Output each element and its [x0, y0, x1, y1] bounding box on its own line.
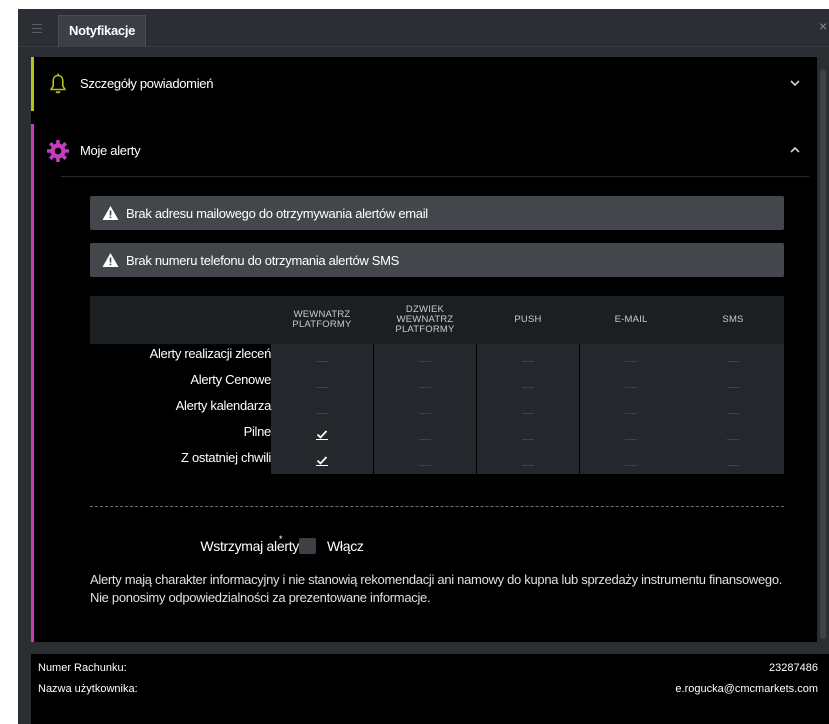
username-value: e.rogucka@cmcmarkets.com — [675, 683, 818, 695]
checkbox-push[interactable] — [522, 402, 534, 414]
warning-text: Brak numeru telefonu do otrzymania alert… — [126, 253, 400, 268]
warning-banner-email: Brak adresu mailowego do otrzymywania al… — [90, 196, 784, 230]
tab-notifications[interactable]: Notyfikacje — [58, 15, 147, 47]
scrollbar-thumb[interactable] — [820, 69, 826, 639]
warning-banner-sms: Brak numeru telefonu do otrzymania alert… — [90, 243, 784, 277]
section-title: Szczegóły powiadomień — [80, 76, 214, 91]
suspend-alerts-label: Wstrzymaj alerty — [200, 538, 299, 554]
column-header-sms: SMS — [722, 314, 744, 325]
checkbox-sms[interactable] — [727, 376, 739, 388]
checkmark-icon — [316, 430, 328, 440]
section-title: Moje alerty — [80, 143, 141, 158]
warning-text: Brak adresu mailowego do otrzymywania al… — [126, 206, 428, 221]
row-label-order-execution: Alerty realizacji zleceń — [149, 346, 272, 361]
checkbox-sms[interactable] — [727, 350, 739, 362]
alerts-table-body: Alerty realizacji zleceń Alerty Cenowe A… — [90, 344, 784, 474]
divider — [61, 176, 809, 177]
checkbox-email[interactable] — [625, 350, 637, 362]
checkbox-push[interactable] — [522, 376, 534, 388]
row-label-calendar-alerts: Alerty kalendarza — [175, 398, 272, 413]
checkbox-in-platform[interactable] — [316, 428, 328, 440]
hamburger-menu-icon[interactable] — [18, 9, 56, 47]
column-header-push: PUSH — [514, 314, 542, 325]
gear-icon — [47, 140, 69, 162]
checkbox-sound[interactable] — [419, 428, 431, 440]
checkbox-sound[interactable] — [419, 350, 431, 362]
row-label-urgent: Pilne — [243, 424, 272, 439]
dashed-divider — [90, 506, 784, 507]
checkbox-in-platform[interactable] — [316, 454, 328, 466]
account-number-value: 23287486 — [769, 662, 818, 674]
notifications-window: Notyfikacje × Szczegóły powiadomień Moje… — [18, 9, 829, 724]
checkbox-sound[interactable] — [419, 454, 431, 466]
checkbox-email[interactable] — [625, 402, 637, 414]
suspend-alerts-checkbox[interactable] — [299, 538, 316, 554]
section-my-alerts-header[interactable]: Moje alerty — [31, 124, 817, 176]
suspend-asterisk: * — [279, 534, 283, 544]
row-label-breaking: Z ostatniej chwili — [181, 450, 271, 465]
checkbox-email[interactable] — [625, 376, 637, 388]
warning-icon — [102, 253, 119, 267]
checkbox-sms[interactable] — [727, 454, 739, 466]
username-label: Nazwa użytkownika: — [38, 683, 138, 695]
title-bar: Notyfikacje × — [18, 9, 829, 47]
alerts-table-header: WEWNATRZ PLATFORMY DZWIEK WEWNATRZ PLATF… — [90, 296, 784, 344]
column-header-in-platform: WEWNATRZ PLATFORMY — [292, 309, 352, 330]
warning-icon — [102, 206, 119, 220]
checkbox-in-platform[interactable] — [316, 402, 328, 414]
checkbox-email[interactable] — [625, 454, 637, 466]
checkbox-email[interactable] — [625, 428, 637, 440]
checkbox-sound[interactable] — [419, 402, 431, 414]
checkbox-push[interactable] — [522, 454, 534, 466]
row-label-price-alerts: Alerty Cenowe — [190, 372, 271, 387]
suspend-alerts-toggle-label[interactable]: Włącz — [327, 538, 364, 554]
checkbox-sound[interactable] — [419, 376, 431, 388]
account-number-label: Numer Rachunku: — [38, 662, 127, 674]
close-icon[interactable]: × — [819, 18, 829, 38]
bell-icon — [50, 73, 66, 94]
column-header-sound-in-platform: DZWIEK WEWNATRZ PLATFORMY — [395, 304, 455, 335]
checkbox-in-platform[interactable] — [316, 350, 328, 362]
notifications-panel: Szczegóły powiadomień Moje alerty Brak a… — [31, 57, 817, 642]
column-header-email: E-MAIL — [614, 314, 648, 325]
checkbox-push[interactable] — [522, 428, 534, 440]
checkbox-sms[interactable] — [727, 428, 739, 440]
disclaimer-text: Alerty mają charakter informacyjny i nie… — [90, 572, 783, 605]
section-notification-details-header[interactable]: Szczegóły powiadomień — [31, 57, 817, 111]
chevron-down-icon[interactable] — [789, 77, 801, 89]
vertical-scrollbar[interactable] — [817, 57, 829, 642]
checkbox-in-platform[interactable] — [316, 376, 328, 388]
checkmark-icon — [316, 456, 328, 466]
account-footer: Numer Rachunku: 23287486 Nazwa użytkowni… — [31, 654, 829, 724]
checkbox-sms[interactable] — [727, 402, 739, 414]
checkbox-push[interactable] — [522, 350, 534, 362]
chevron-up-icon[interactable] — [789, 144, 801, 156]
